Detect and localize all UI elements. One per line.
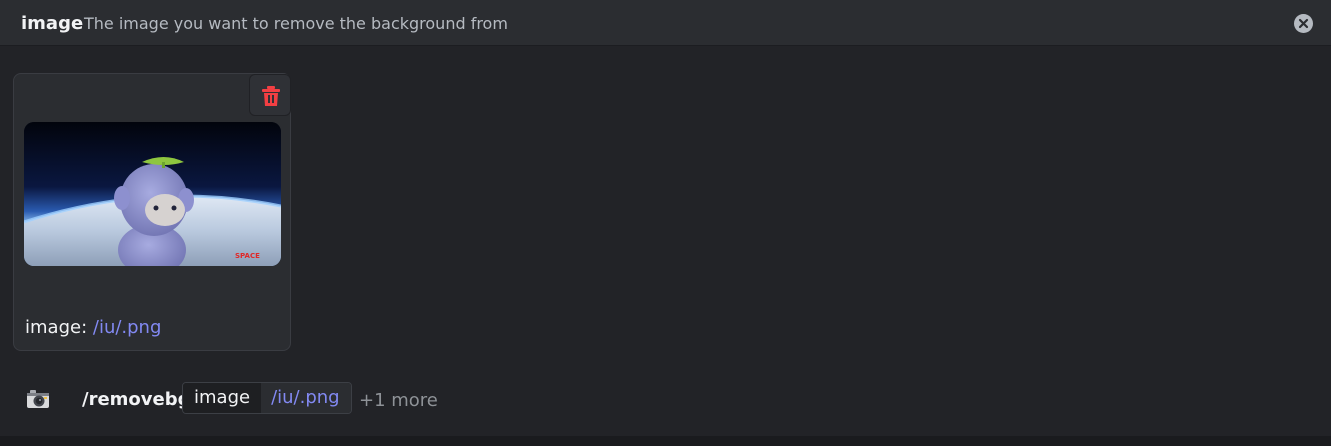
bottom-divider	[0, 436, 1331, 446]
option-description: The image you want to remove the backgro…	[84, 14, 508, 33]
attachment-card: SPACE image: /iu/.png	[13, 73, 291, 351]
option-name: image	[21, 13, 84, 34]
trash-icon	[262, 86, 280, 106]
delete-attachment-button[interactable]	[249, 74, 291, 116]
close-icon	[1298, 18, 1309, 29]
command-param-image[interactable]: image /iu/.png	[182, 382, 352, 414]
more-params-indicator[interactable]: +1 more	[359, 389, 438, 413]
command-option-panel: image The image you want to remove the b…	[0, 0, 1331, 446]
param-name: image	[183, 383, 262, 413]
camera-icon	[27, 390, 49, 408]
option-header: image The image you want to remove the b…	[0, 0, 1331, 46]
command-name: /removebg	[82, 389, 191, 410]
attachment-label: image:	[25, 317, 88, 338]
param-value: /iu/.png	[261, 383, 351, 413]
attachment-value: /iu/.png	[92, 317, 162, 338]
attachment-filename: image: /iu/.png	[25, 316, 161, 340]
close-button[interactable]	[1294, 14, 1313, 33]
attachment-preview-image[interactable]: SPACE	[24, 122, 281, 266]
thumbnail-watermark: SPACE	[235, 252, 260, 260]
